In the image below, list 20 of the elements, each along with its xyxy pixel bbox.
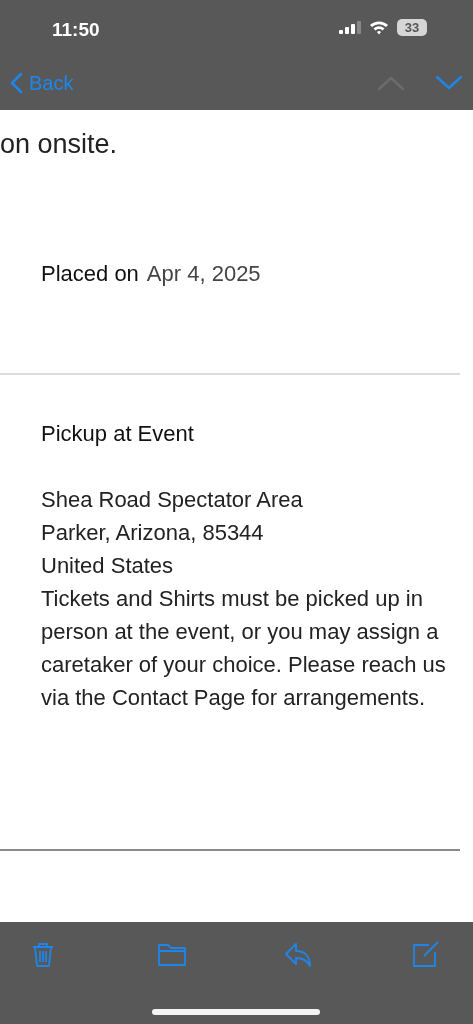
placed-label: Placed on [41,260,139,288]
pickup-note: Tickets and Shirts must be picked up in person at the event, or you may assign a caretaker of your choice. Please reach us via the Contact Page for arrangements. [41,585,447,712]
chevron-down-icon [435,74,463,91]
status-time: 11:50 [52,18,100,43]
next-message-button[interactable] [435,74,463,91]
wifi-icon [369,20,389,35]
pickup-title: Pickup at Event [41,420,195,448]
compose-icon [411,940,441,970]
reply-button[interactable] [284,940,314,970]
address-line: United States [41,552,175,580]
compose-button[interactable] [411,940,441,970]
address-line: Shea Road Spectator Area [41,486,304,514]
signal-icon [339,21,361,34]
order-date: Apr 4, 2025 [146,260,261,288]
message-text: on onsite. [0,128,119,160]
address-line: Parker, Arizona, 85344 [41,519,265,547]
chevron-left-icon [10,71,23,94]
reply-icon [284,940,314,970]
back-button[interactable]: Back [10,67,74,98]
battery-level: 33 [397,19,427,36]
